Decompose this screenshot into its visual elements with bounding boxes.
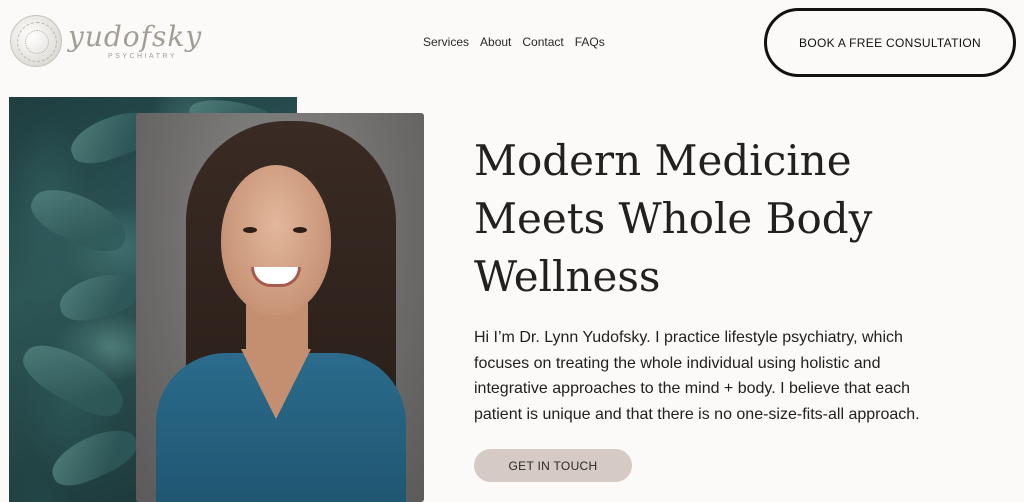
agave-leaf bbox=[15, 332, 133, 427]
agave-leaf bbox=[55, 267, 143, 327]
logo-icon[interactable] bbox=[10, 15, 62, 67]
agave-leaf bbox=[24, 177, 134, 262]
get-in-touch-button[interactable]: GET IN TOUCH bbox=[474, 449, 632, 482]
nav-link-contact[interactable]: Contact bbox=[522, 35, 563, 49]
hero-body-line: Hi I’m Dr. Lynn Yudofsky. I practice lif… bbox=[474, 329, 903, 346]
logo-wordmark[interactable]: yudofsky bbox=[68, 22, 202, 52]
logo-subtitle: PSYCHIATRY bbox=[108, 53, 178, 60]
nav-link-services[interactable]: Services bbox=[423, 35, 469, 49]
portrait-smile bbox=[251, 267, 301, 287]
hero-body-line: focuses on treating the whole individual… bbox=[474, 354, 881, 372]
nav-link-faqs[interactable]: FAQs bbox=[575, 35, 605, 49]
nav-link-about[interactable]: About bbox=[480, 35, 511, 49]
hero-body-line: patient is unique and that there is no o… bbox=[474, 405, 920, 423]
hero-title-line: Meets Whole Body bbox=[474, 194, 873, 243]
portrait-eye bbox=[243, 227, 257, 233]
hero-intro-text: Hi I’m Dr. Lynn Yudofsky. I practice lif… bbox=[474, 325, 1014, 427]
portrait-eye bbox=[293, 227, 307, 233]
hero-title-line: Wellness bbox=[474, 252, 661, 301]
doctor-portrait-photo bbox=[136, 113, 424, 502]
site-header: yudofsky PSYCHIATRY Services About Conta… bbox=[0, 0, 1024, 90]
hero-body-line: integrative approaches to the mind + bod… bbox=[474, 380, 910, 397]
hero-title: Modern Medicine Meets Whole Body Wellnes… bbox=[474, 132, 994, 306]
book-consultation-button[interactable]: BOOK A FREE CONSULTATION bbox=[764, 8, 1016, 77]
hero-title-line: Modern Medicine bbox=[474, 136, 852, 185]
main-nav: Services About Contact FAQs bbox=[423, 35, 605, 49]
portrait-face bbox=[221, 165, 331, 315]
logo-swirl-inner bbox=[25, 30, 49, 54]
agave-leaf bbox=[44, 419, 144, 495]
